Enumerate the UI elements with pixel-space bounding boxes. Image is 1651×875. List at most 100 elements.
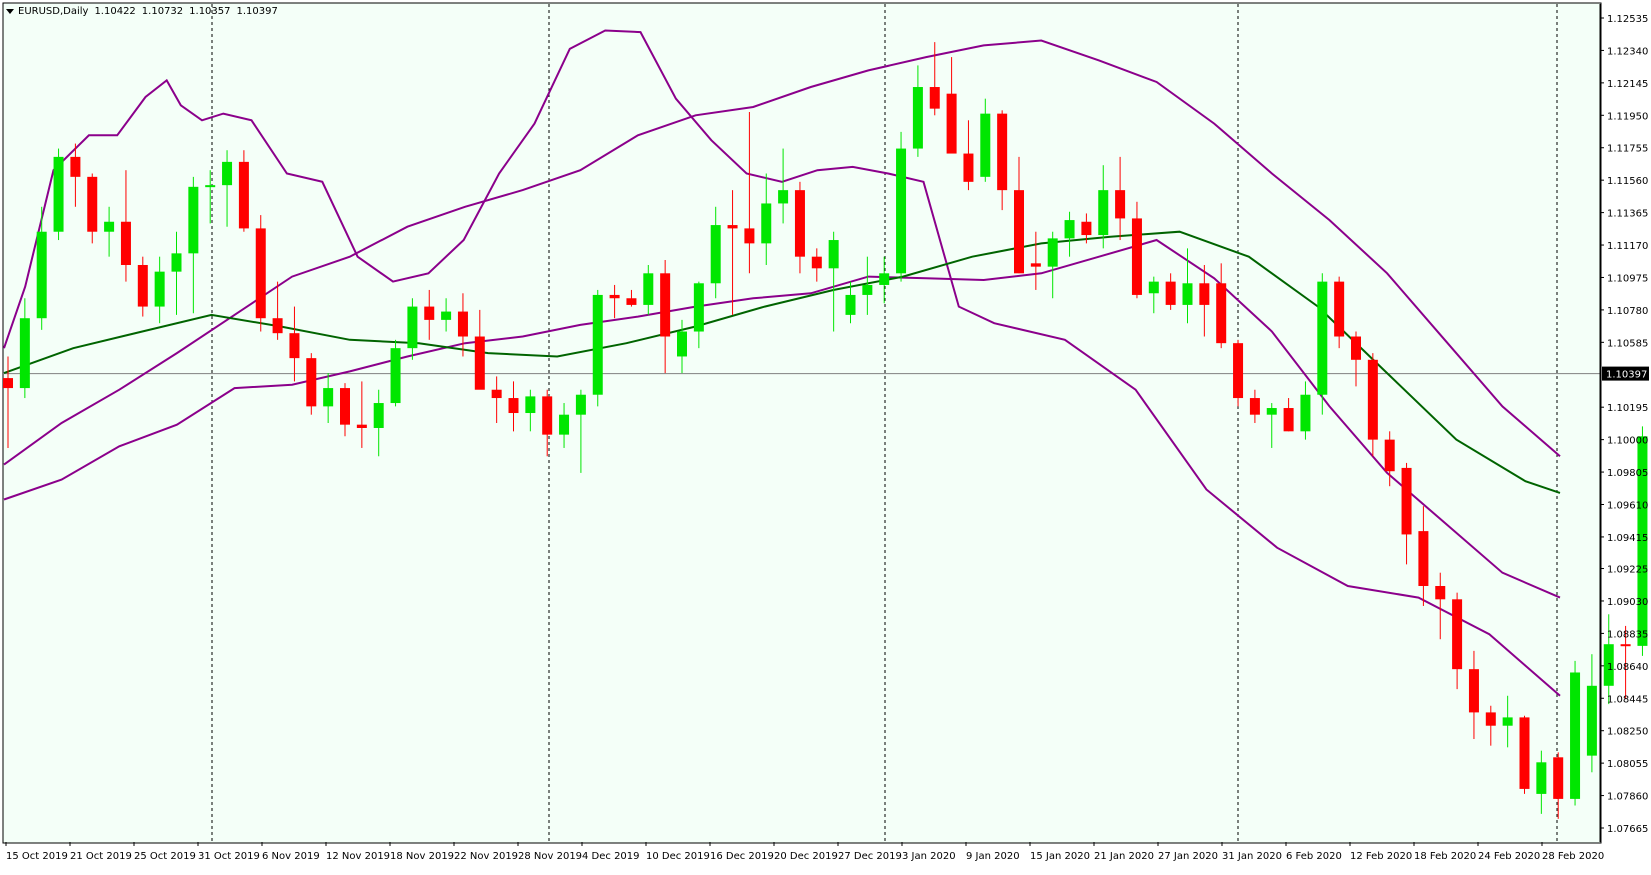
candle-body (1148, 281, 1159, 294)
candle-body (1047, 238, 1058, 267)
time-tick-label: 25 Oct 2019 (134, 851, 196, 862)
candle-body (255, 228, 266, 319)
candle-body (1468, 669, 1479, 713)
candle-body (188, 186, 199, 254)
candle-body (963, 153, 974, 182)
low-value: 1.10357 (189, 6, 231, 17)
candle-body (643, 273, 654, 305)
time-tick-label: 31 Jan 2020 (1222, 851, 1282, 862)
symbol-label: EURUSD,Daily (18, 6, 89, 17)
candle-body (879, 273, 890, 285)
candle-body (491, 389, 502, 399)
chart-title: EURUSD,Daily 1.10422 1.10732 1.10357 1.10397 (6, 6, 284, 17)
price-tick-label: 1.09415 (1607, 533, 1648, 544)
price-tick-label: 1.08445 (1607, 694, 1648, 705)
candle-body (289, 333, 300, 359)
candle-body (1502, 717, 1513, 726)
candle-body (1586, 685, 1597, 756)
candle-body (1115, 190, 1126, 219)
candle-body (1030, 263, 1041, 267)
candle-body (272, 318, 283, 334)
time-tick-label: 24 Feb 2020 (1478, 851, 1540, 862)
candle-body (626, 298, 637, 305)
candle-body (373, 403, 384, 428)
candle-body (828, 240, 839, 269)
candle-body (980, 113, 991, 177)
candle-body (154, 271, 165, 307)
candle-body (340, 388, 350, 425)
open-value: 1.10422 (94, 6, 136, 17)
candle-body (1064, 220, 1075, 239)
candle-body (1401, 467, 1412, 535)
time-tick-label: 15 Oct 2019 (6, 851, 68, 862)
candle-body (508, 398, 519, 414)
time-tick-label: 21 Jan 2020 (1094, 851, 1154, 862)
current-price-label: 1.10397 (1606, 370, 1647, 381)
price-tick-label: 1.08055 (1607, 759, 1648, 770)
candle-body (1418, 531, 1429, 586)
candle-body (441, 311, 452, 320)
time-tick-label: 12 Feb 2020 (1350, 851, 1412, 862)
price-tick-label: 1.07860 (1607, 792, 1648, 803)
candle-body (171, 253, 182, 272)
collapse-arrow-icon[interactable] (6, 8, 14, 14)
candle-body (1081, 221, 1092, 236)
candle-body (1351, 336, 1361, 360)
candle-body (323, 388, 334, 407)
time-tick-label: 27 Dec 2019 (838, 851, 902, 862)
candle-body (1317, 281, 1328, 395)
candle-body (946, 93, 957, 154)
price-tick-label: 1.11365 (1607, 209, 1648, 220)
candle-body (794, 190, 805, 257)
price-tick-label: 1.12340 (1607, 46, 1648, 57)
price-tick-label: 1.09225 (1607, 565, 1648, 576)
candle-body (19, 318, 30, 389)
time-tick-label: 28 Feb 2020 (1542, 851, 1604, 862)
chart-window: 1.12535 1.12340 1.12145 1.11950 1.11755 1.115… (0, 0, 1651, 871)
price-tick-label: 1.11950 (1607, 111, 1648, 122)
price-tick-label: 1.11170 (1607, 241, 1648, 252)
candle-body (1334, 281, 1345, 337)
price-tick-label: 1.12145 (1607, 79, 1648, 90)
candle-body (1536, 762, 1547, 794)
candle-body (120, 221, 131, 265)
candle-body (137, 264, 148, 307)
candle-body (744, 228, 755, 244)
close-value: 1.10397 (236, 6, 278, 17)
candle-body (929, 87, 940, 109)
candle-body (36, 231, 47, 319)
candle-body (457, 311, 468, 337)
candle-body (693, 283, 704, 332)
price-tick-label: 1.10975 (1607, 273, 1648, 284)
candle-body (1098, 190, 1109, 236)
time-tick-label: 6 Feb 2020 (1286, 851, 1342, 862)
price-tick-label: 1.10585 (1607, 338, 1648, 349)
candle-body (997, 113, 1008, 191)
time-tick-label: 28 Nov 2019 (518, 851, 582, 862)
candle-body (1249, 398, 1260, 415)
candle-body (1620, 644, 1631, 647)
candle-body (575, 394, 586, 415)
time-tick-label: 3 Jan 2020 (902, 851, 956, 862)
candle-body (104, 221, 115, 232)
candle-body (87, 176, 98, 232)
candle-body (1165, 281, 1176, 305)
candle-body (53, 156, 64, 232)
time-tick-label: 9 Jan 2020 (966, 851, 1020, 862)
time-tick-label: 27 Jan 2020 (1158, 851, 1218, 862)
candle-body (1435, 585, 1446, 600)
time-tick-label: 22 Nov 2019 (454, 851, 518, 862)
candle-body (1570, 672, 1581, 799)
candlestick-chart: 1.12535 1.12340 1.12145 1.11950 1.11755 1.115… (2, 2, 1649, 862)
candle-body (912, 87, 923, 149)
price-tick-label: 1.08640 (1607, 662, 1648, 673)
candle-body (238, 161, 249, 229)
candle-body (1182, 283, 1193, 305)
candle-body (778, 190, 789, 204)
price-tick-label: 1.09610 (1607, 500, 1648, 511)
candle-body (3, 378, 13, 389)
candle-body (660, 273, 671, 337)
price-tick-label: 1.09030 (1607, 597, 1648, 608)
high-value: 1.10732 (141, 6, 184, 17)
price-tick-label: 1.11560 (1607, 176, 1648, 187)
